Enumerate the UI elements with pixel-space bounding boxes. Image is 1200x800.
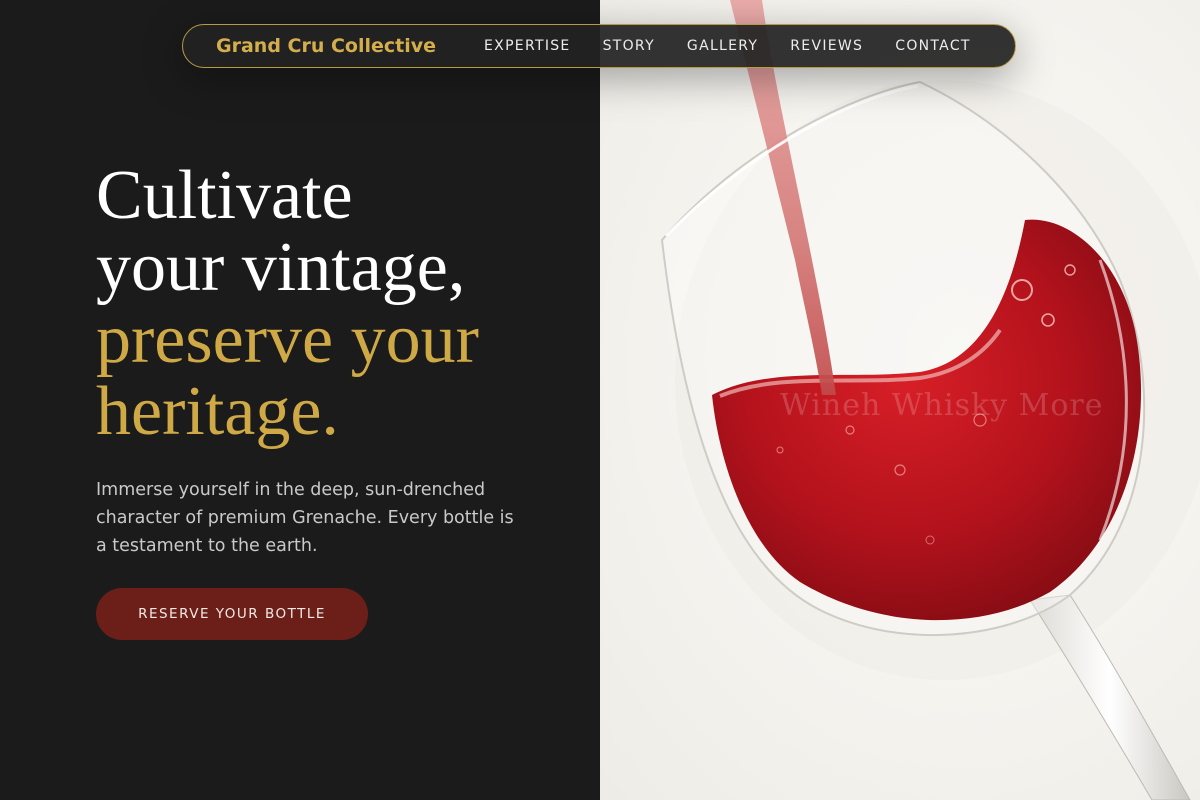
hero-section: Cultivate your vintage, preserve your he… — [96, 160, 576, 578]
headline-line-2: your vintage, — [96, 229, 466, 306]
nav-link-expertise[interactable]: EXPERTISE — [484, 38, 571, 54]
image-watermark: Wineh Whisky More — [780, 388, 1104, 423]
main-navigation: Grand Cru Collective EXPERTISE STORY GAL… — [182, 24, 1016, 68]
brand-logo[interactable]: Grand Cru Collective — [216, 35, 436, 57]
landing-page: Wineh Whisky More Grand Cru Collective E… — [0, 0, 1200, 800]
hero-image-panel: Wineh Whisky More — [600, 0, 1200, 800]
headline-line-1: Cultivate — [96, 157, 353, 234]
nav-link-gallery[interactable]: GALLERY — [687, 38, 758, 54]
nav-links: EXPERTISE STORY GALLERY REVIEWS CONTACT — [484, 38, 971, 54]
nav-link-story[interactable]: STORY — [603, 38, 655, 54]
hero-description: Immerse yourself in the deep, sun-drench… — [96, 480, 514, 556]
headline-line-3: preserve your — [96, 301, 479, 378]
nav-link-contact[interactable]: CONTACT — [895, 38, 971, 54]
headline-line-4: heritage. — [96, 373, 339, 450]
reserve-bottle-button[interactable]: RESERVE YOUR BOTTLE — [96, 588, 368, 640]
nav-link-reviews[interactable]: REVIEWS — [790, 38, 863, 54]
hero-headline: Cultivate your vintage, preserve your he… — [96, 160, 576, 448]
